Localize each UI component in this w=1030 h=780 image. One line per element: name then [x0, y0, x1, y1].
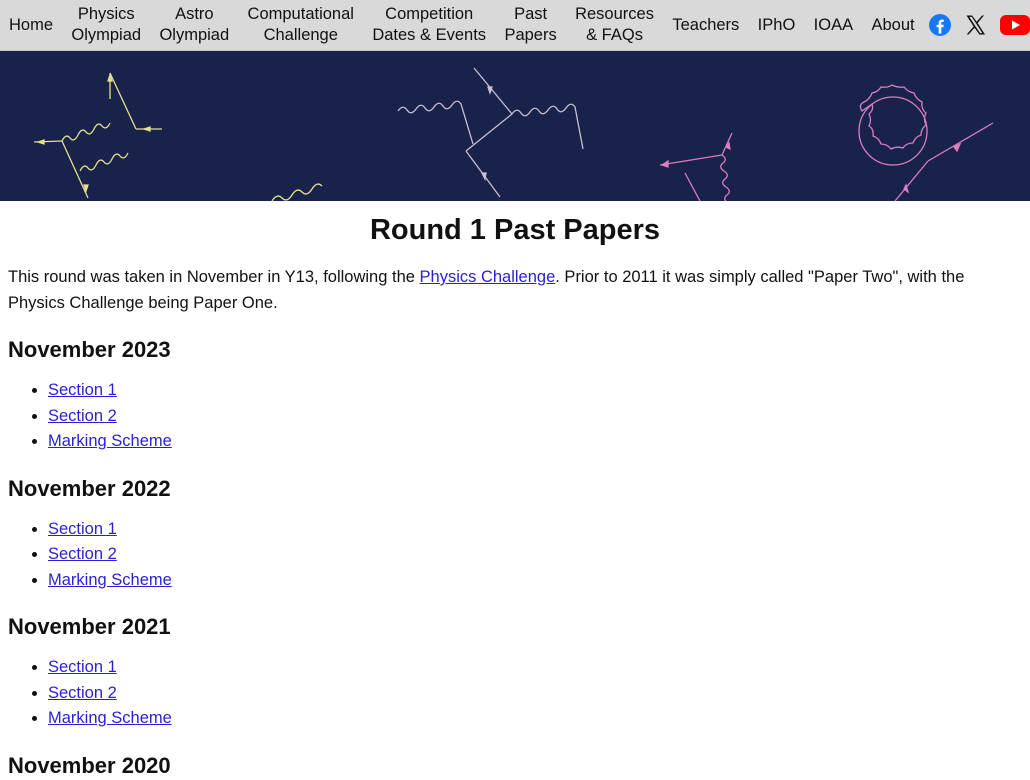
- section-2-link[interactable]: Section 2: [48, 407, 117, 425]
- nav-ipho-label: IPhO: [757, 15, 796, 34]
- nav-past-papers-line2: Papers: [504, 26, 557, 44]
- feynman-diagram-right: [659, 84, 994, 201]
- physics-challenge-link[interactable]: Physics Challenge: [420, 268, 556, 286]
- section-heading: November 2020: [8, 752, 171, 778]
- section-2-link[interactable]: Section 2: [48, 545, 117, 563]
- nav-about[interactable]: About: [866, 15, 919, 36]
- papers-list: Section 1 Section 2 Marking Scheme: [8, 655, 1022, 732]
- nav-computational-challenge-line2: Challenge: [263, 26, 338, 44]
- intro-text-before: This round was taken in November in Y13,…: [8, 268, 420, 286]
- papers-section-2020: November 2020: [8, 752, 1022, 780]
- nav-past-papers[interactable]: Past Papers: [499, 4, 561, 46]
- list-item: Marking Scheme: [48, 429, 1022, 455]
- nav-resources-faqs-line1: Resources: [575, 5, 654, 23]
- nav-competition-dates[interactable]: Competition Dates & Events: [367, 4, 491, 46]
- nav-about-label: About: [871, 15, 915, 34]
- papers-list: Section 1 Section 2 Marking Scheme: [8, 517, 1022, 594]
- nav-past-papers-line1: Past: [514, 5, 548, 23]
- main-content: Round 1 Past Papers This round was taken…: [0, 215, 1030, 780]
- top-navigation-bar: Home Physics Olympiad Astro Olympiad Compu…: [0, 0, 1030, 51]
- nav-competition-dates-line2: Dates & Events: [372, 26, 487, 44]
- nav-physics-olympiad-line1: Physics: [77, 5, 135, 23]
- list-item: Section 2: [48, 404, 1022, 430]
- facebook-icon[interactable]: [928, 13, 952, 37]
- list-item: Section 1: [48, 655, 1022, 681]
- nav-ipho[interactable]: IPhO: [753, 15, 801, 36]
- nav-physics-olympiad[interactable]: Physics Olympiad: [66, 4, 146, 46]
- nav-ioaa[interactable]: IOAA: [809, 15, 858, 36]
- nav-astro-olympiad[interactable]: Astro Olympiad: [154, 4, 234, 46]
- section-2-link[interactable]: Section 2: [48, 684, 117, 702]
- nav-teachers-label: Teachers: [672, 15, 740, 34]
- list-item: Marking Scheme: [48, 706, 1022, 732]
- nav-computational-challenge-line1: Computational: [247, 5, 354, 23]
- nav-astro-olympiad-line2: Olympiad: [159, 26, 230, 44]
- marking-scheme-link[interactable]: Marking Scheme: [48, 432, 172, 450]
- section-heading: November 2023: [8, 337, 171, 362]
- nav-home[interactable]: Home: [4, 15, 58, 36]
- feynman-diagram-banner: [0, 51, 1030, 201]
- feynman-diagram-left: [33, 72, 162, 199]
- papers-section-2021: November 2021 Section 1 Section 2 Markin…: [8, 613, 1022, 732]
- list-item: Section 2: [48, 681, 1022, 707]
- nav-computational-challenge[interactable]: Computational Challenge: [243, 4, 359, 46]
- nav-physics-olympiad-line2: Olympiad: [71, 26, 142, 44]
- feynman-diagram-illustration: [33, 67, 994, 201]
- nav-ioaa-label: IOAA: [813, 15, 854, 34]
- section-1-link[interactable]: Section 1: [48, 381, 117, 399]
- marking-scheme-link[interactable]: Marking Scheme: [48, 571, 172, 589]
- papers-section-2023: November 2023 Section 1 Section 2 Markin…: [8, 336, 1022, 455]
- nav-home-label: Home: [9, 15, 54, 34]
- nav-teachers[interactable]: Teachers: [667, 15, 744, 36]
- section-1-link[interactable]: Section 1: [48, 520, 117, 538]
- list-item: Section 1: [48, 378, 1022, 404]
- marking-scheme-link[interactable]: Marking Scheme: [48, 709, 172, 727]
- list-item: Marking Scheme: [48, 568, 1022, 594]
- section-heading: November 2022: [8, 475, 171, 501]
- nav-resources-faqs-line2: & FAQs: [586, 26, 643, 44]
- nav-resources-faqs[interactable]: Resources & FAQs: [570, 4, 659, 46]
- section-1-link[interactable]: Section 1: [48, 658, 117, 676]
- youtube-icon[interactable]: [999, 13, 1030, 37]
- page-title: Round 1 Past Papers: [369, 214, 661, 246]
- list-item: Section 2: [48, 542, 1022, 568]
- papers-section-2022: November 2022 Section 1 Section 2 Markin…: [8, 475, 1022, 594]
- intro-paragraph: This round was taken in November in Y13,…: [8, 264, 1022, 316]
- feynman-diagram-middle: [397, 67, 584, 198]
- nav-astro-olympiad-line1: Astro: [175, 5, 214, 23]
- papers-list: Section 1 Section 2 Marking Scheme: [8, 378, 1022, 455]
- wavy-line-fragment: [271, 183, 323, 201]
- social-links: [928, 13, 1030, 37]
- section-heading: November 2021: [8, 614, 171, 639]
- list-item: Section 1: [48, 517, 1022, 543]
- nav-competition-dates-line1: Competition: [385, 5, 474, 23]
- x-icon[interactable]: [964, 13, 988, 37]
